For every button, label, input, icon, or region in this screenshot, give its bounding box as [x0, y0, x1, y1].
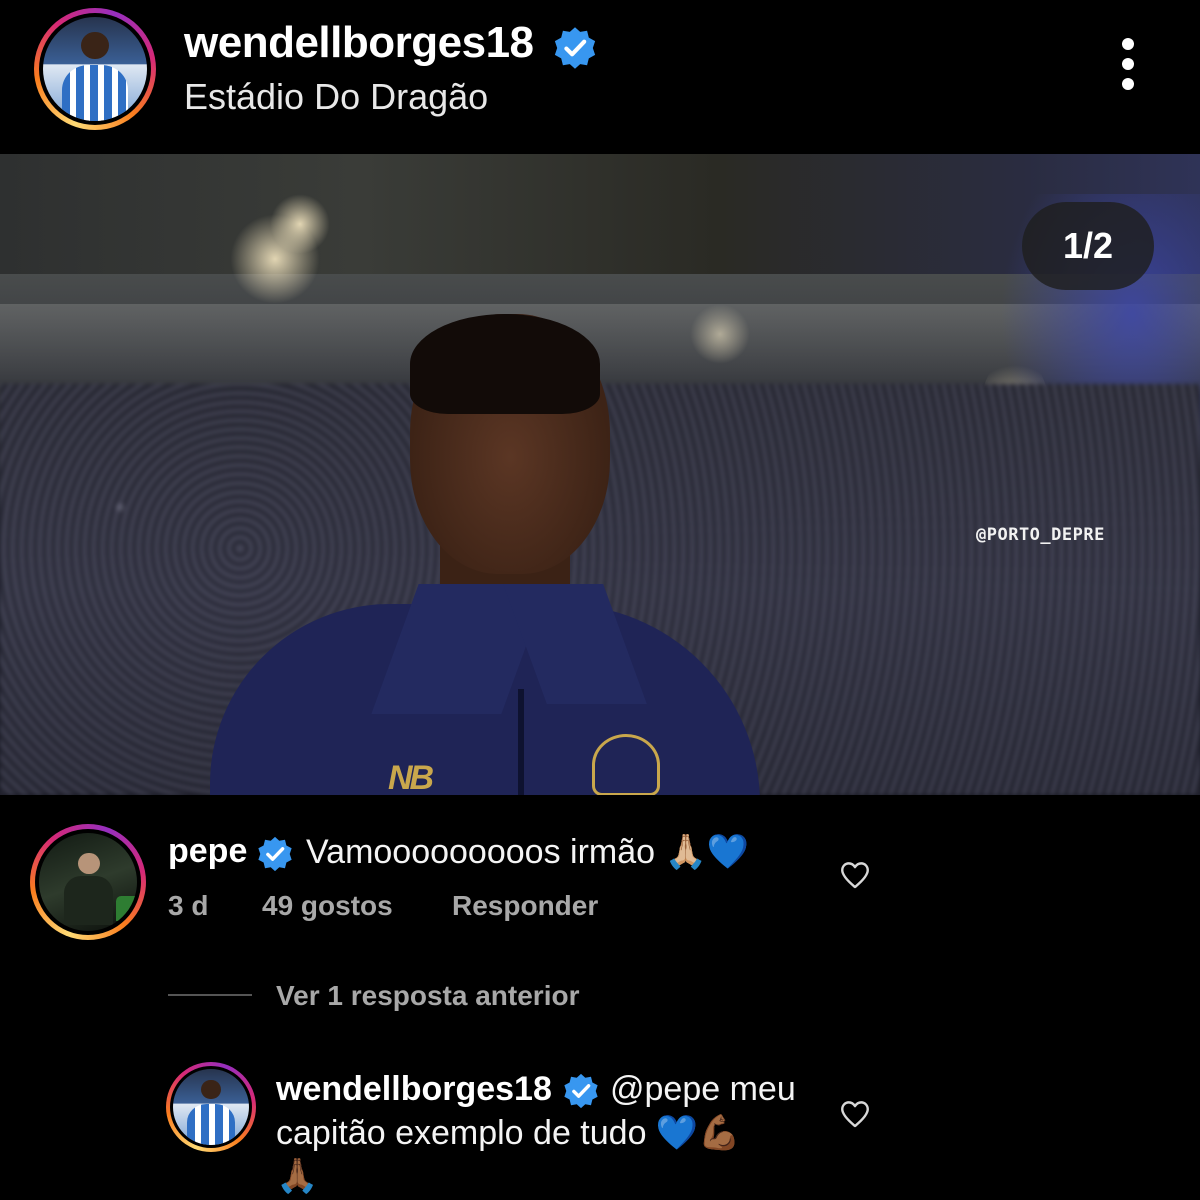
- reply-avatar[interactable]: [166, 1062, 256, 1152]
- comment-avatar[interactable]: [30, 824, 146, 940]
- reply-text: capitão exemplo de tudo 💙💪🏾: [276, 1114, 741, 1152]
- photo-watermark: @PORTO_DEPRE: [976, 525, 1105, 545]
- verified-badge-icon: [564, 1073, 598, 1109]
- carousel-page-counter: 1/2: [1022, 202, 1154, 290]
- post-photo[interactable]: NB 1/2 @PORTO_DEPRE: [0, 154, 1200, 795]
- kit-logo: NB: [388, 759, 434, 795]
- verified-badge-icon: [554, 27, 596, 69]
- more-dot: [1122, 58, 1134, 70]
- comment-text: Vamooooooooos irmão 🙏🏼💙: [306, 833, 750, 871]
- stadium-light: [270, 194, 330, 254]
- club-crest: [592, 734, 660, 795]
- post-header: wendellborges18 Estádio Do Dragão: [0, 0, 1200, 154]
- avatar-image: [39, 833, 137, 931]
- profile-avatar[interactable]: [34, 8, 156, 130]
- heart-outline-icon[interactable]: [838, 1097, 872, 1131]
- reply-text: 🙏🏾: [276, 1157, 319, 1195]
- comment-username[interactable]: pepe: [168, 832, 247, 871]
- reply-text: @pepe meu: [610, 1070, 796, 1108]
- comment-likes[interactable]: 49 gostos: [262, 890, 393, 922]
- jacket-zipper: [518, 689, 524, 795]
- comment-time: 3 d: [168, 890, 209, 921]
- view-previous-replies[interactable]: Ver 1 resposta anterior: [276, 980, 579, 1012]
- post-location[interactable]: Estádio Do Dragão: [184, 76, 488, 118]
- more-dot: [1122, 38, 1134, 50]
- reply-username[interactable]: wendellborges18: [276, 1070, 552, 1109]
- avatar-gap: [35, 829, 141, 935]
- avatar-image: [173, 1069, 249, 1145]
- more-options-icon[interactable]: [1112, 38, 1144, 98]
- post-author-username[interactable]: wendellborges18: [184, 18, 534, 68]
- avatar-gap: [170, 1066, 252, 1148]
- reply-button[interactable]: Responder: [452, 890, 598, 922]
- more-dot: [1122, 78, 1134, 90]
- verified-badge-icon: [258, 836, 292, 872]
- player-hair: [410, 314, 600, 414]
- avatar-gap: [39, 13, 151, 125]
- heart-outline-icon[interactable]: [838, 858, 872, 892]
- replies-divider: [168, 994, 252, 996]
- avatar-image: [43, 17, 147, 121]
